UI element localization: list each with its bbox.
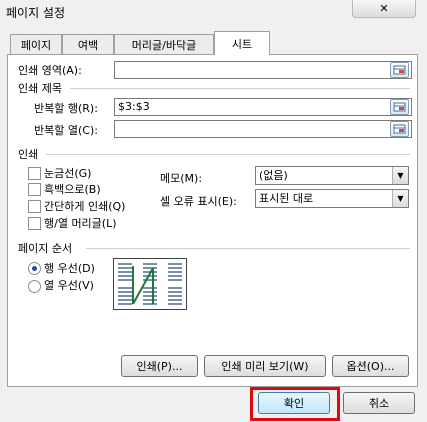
print-button[interactable]: 인쇄(P)... [121, 355, 198, 377]
tab-sheet-label: 시트 [231, 37, 253, 51]
tab-header-footer[interactable]: 머리글/바닥글 [114, 34, 214, 54]
rows-to-repeat-value: $3:$3 [118, 100, 150, 113]
cancel-button-label: 취소 [368, 397, 390, 410]
tab-page-label: 페이지 [20, 38, 52, 52]
cols-range-picker-button[interactable] [390, 121, 409, 137]
chevron-down-icon[interactable]: ▼ [392, 167, 408, 184]
cell-errors-value: 표시된 대로 [259, 192, 314, 205]
comments-select[interactable]: (없음) ▼ [255, 166, 409, 185]
tab-sheet[interactable]: 시트 [214, 31, 270, 55]
rows-to-repeat-input[interactable]: $3:$3 [114, 98, 412, 116]
tab-margins[interactable]: 여백 [62, 34, 114, 54]
print-divider [46, 154, 410, 155]
range-picker-icon [393, 102, 406, 112]
comments-label: 메모(M): [160, 172, 203, 185]
print-titles-divider [70, 88, 410, 89]
print-heading: 인쇄 [18, 148, 39, 161]
print-preview-button[interactable]: 인쇄 미리 보기(W) [204, 355, 326, 377]
cancel-button[interactable]: 취소 [343, 392, 415, 414]
rows-to-repeat-label: 반복할 행(R): [34, 102, 98, 115]
options-button-label: 옵션(O)... [346, 360, 395, 373]
down-then-over-radio[interactable] [28, 262, 41, 275]
range-picker-icon [393, 124, 406, 134]
draft-quality-checkbox[interactable] [28, 200, 41, 213]
tab-page[interactable]: 페이지 [10, 34, 62, 54]
page-order-preview-icon [113, 258, 187, 310]
print-area-input[interactable] [114, 61, 412, 79]
ok-button-label: 확인 [283, 397, 305, 410]
black-and-white-checkbox[interactable] [28, 183, 41, 196]
options-button[interactable]: 옵션(O)... [332, 355, 409, 377]
gridlines-checkbox[interactable] [28, 167, 41, 180]
page-order-heading: 페이지 순서 [18, 242, 73, 255]
over-then-down-label: 열 우선(V) [44, 279, 94, 292]
print-button-label: 인쇄(P)... [136, 360, 183, 373]
print-titles-heading: 인쇄 제목 [18, 82, 62, 95]
page-order-divider [86, 248, 410, 249]
cols-to-repeat-label: 반복할 열(C): [34, 124, 98, 137]
ok-button[interactable]: 확인 [258, 392, 330, 414]
down-then-over-label: 행 우선(D) [44, 262, 95, 275]
close-icon: ✕ [379, 2, 389, 15]
row-col-headings-checkbox[interactable] [28, 217, 41, 230]
draft-quality-label: 간단하게 인쇄(Q) [44, 200, 126, 213]
cols-to-repeat-input[interactable] [114, 120, 412, 138]
black-and-white-label: 흑백으로(B) [44, 183, 101, 196]
tab-margins-label: 여백 [77, 38, 99, 52]
over-then-down-radio[interactable] [28, 280, 41, 293]
close-button[interactable]: ✕ [352, 0, 416, 18]
row-col-headings-label: 행/열 머리글(L) [44, 217, 117, 230]
gridlines-label: 눈금선(G) [44, 167, 92, 180]
tab-header-footer-label: 머리글/바닥글 [131, 38, 197, 52]
cell-errors-label: 셀 오류 표시(E): [160, 195, 237, 208]
dialog-title: 페이지 설정 [6, 6, 66, 20]
comments-value: (없음) [259, 169, 288, 182]
print-area-label: 인쇄 영역(A): [18, 64, 82, 77]
range-picker-icon [393, 65, 406, 75]
chevron-down-icon[interactable]: ▼ [392, 190, 408, 207]
cell-errors-select[interactable]: 표시된 대로 ▼ [255, 189, 409, 208]
print-preview-button-label: 인쇄 미리 보기(W) [221, 360, 309, 373]
page-order-preview [113, 258, 187, 310]
range-picker-button[interactable] [390, 62, 409, 78]
rows-range-picker-button[interactable] [390, 99, 409, 115]
